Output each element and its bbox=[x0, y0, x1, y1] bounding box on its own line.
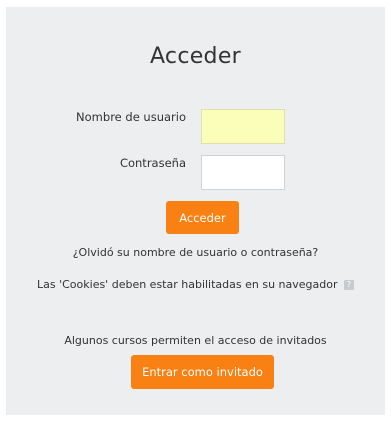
forgot-credentials-link[interactable]: ¿Olvidó su nombre de usuario o contraseñ… bbox=[0, 246, 391, 259]
question-icon[interactable]: ? bbox=[344, 280, 354, 290]
guest-access-notice: Algunos cursos permiten el acceso de inv… bbox=[64, 334, 327, 347]
cookies-notice-text: Las 'Cookies' deben estar habilitadas en… bbox=[37, 278, 338, 291]
cookies-notice: Las 'Cookies' deben estar habilitadas en… bbox=[0, 278, 391, 291]
username-input[interactable] bbox=[201, 109, 285, 144]
username-label: Nombre de usuario bbox=[76, 110, 186, 124]
login-button[interactable]: Acceder bbox=[166, 201, 239, 234]
password-label: Contraseña bbox=[119, 156, 186, 170]
guest-login-button[interactable]: Entrar como invitado bbox=[131, 355, 274, 389]
password-input[interactable] bbox=[201, 155, 285, 190]
page-title: Acceder bbox=[149, 44, 242, 69]
